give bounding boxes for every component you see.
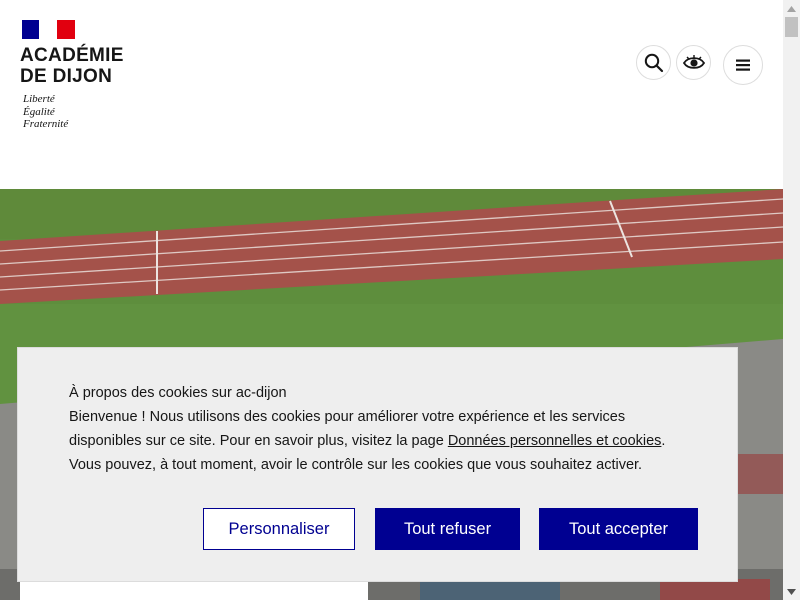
eye-icon (682, 54, 705, 69)
motto-fraternite: Fraternité (23, 118, 69, 130)
site-header: ACADÉMIE DE DIJON Liberté Égalité Frater… (0, 0, 783, 189)
refuse-all-cookies-button[interactable]: Tout refuser (375, 508, 520, 550)
scroll-down-arrow-icon[interactable] (783, 583, 800, 600)
cookie-banner: À propos des cookies sur ac-dijon Bienve… (17, 347, 738, 582)
main-menu-button[interactable] (723, 45, 763, 85)
content-card (20, 582, 368, 600)
customize-cookies-button[interactable]: Personnaliser (203, 508, 355, 550)
hamburger-menu-icon (736, 59, 750, 71)
academy-name[interactable]: ACADÉMIE DE DIJON (20, 45, 124, 87)
motto-egalite: Égalité (23, 105, 55, 118)
vertical-scrollbar[interactable] (783, 0, 800, 600)
search-icon (644, 53, 663, 72)
cookie-banner-description: Bienvenue ! Nous utilisons des cookies p… (69, 405, 686, 477)
academy-name-line2: DE DIJON (20, 66, 113, 87)
personal-data-cookies-link[interactable]: Données personnelles et cookies (448, 433, 662, 449)
display-settings-button[interactable] (676, 45, 711, 80)
accept-all-cookies-button[interactable]: Tout accepter (539, 508, 698, 550)
republic-motto: Liberté Égalité Fraternité (23, 93, 68, 131)
marianne-flag-logo[interactable] (22, 20, 75, 39)
scrollbar-thumb[interactable] (785, 17, 798, 37)
motto-liberte: Liberté (23, 93, 55, 105)
scroll-up-arrow-icon[interactable] (783, 0, 800, 17)
cookie-banner-title: À propos des cookies sur ac-dijon (69, 385, 287, 401)
academy-name-line1: ACADÉMIE (20, 45, 124, 66)
search-button[interactable] (636, 45, 671, 80)
